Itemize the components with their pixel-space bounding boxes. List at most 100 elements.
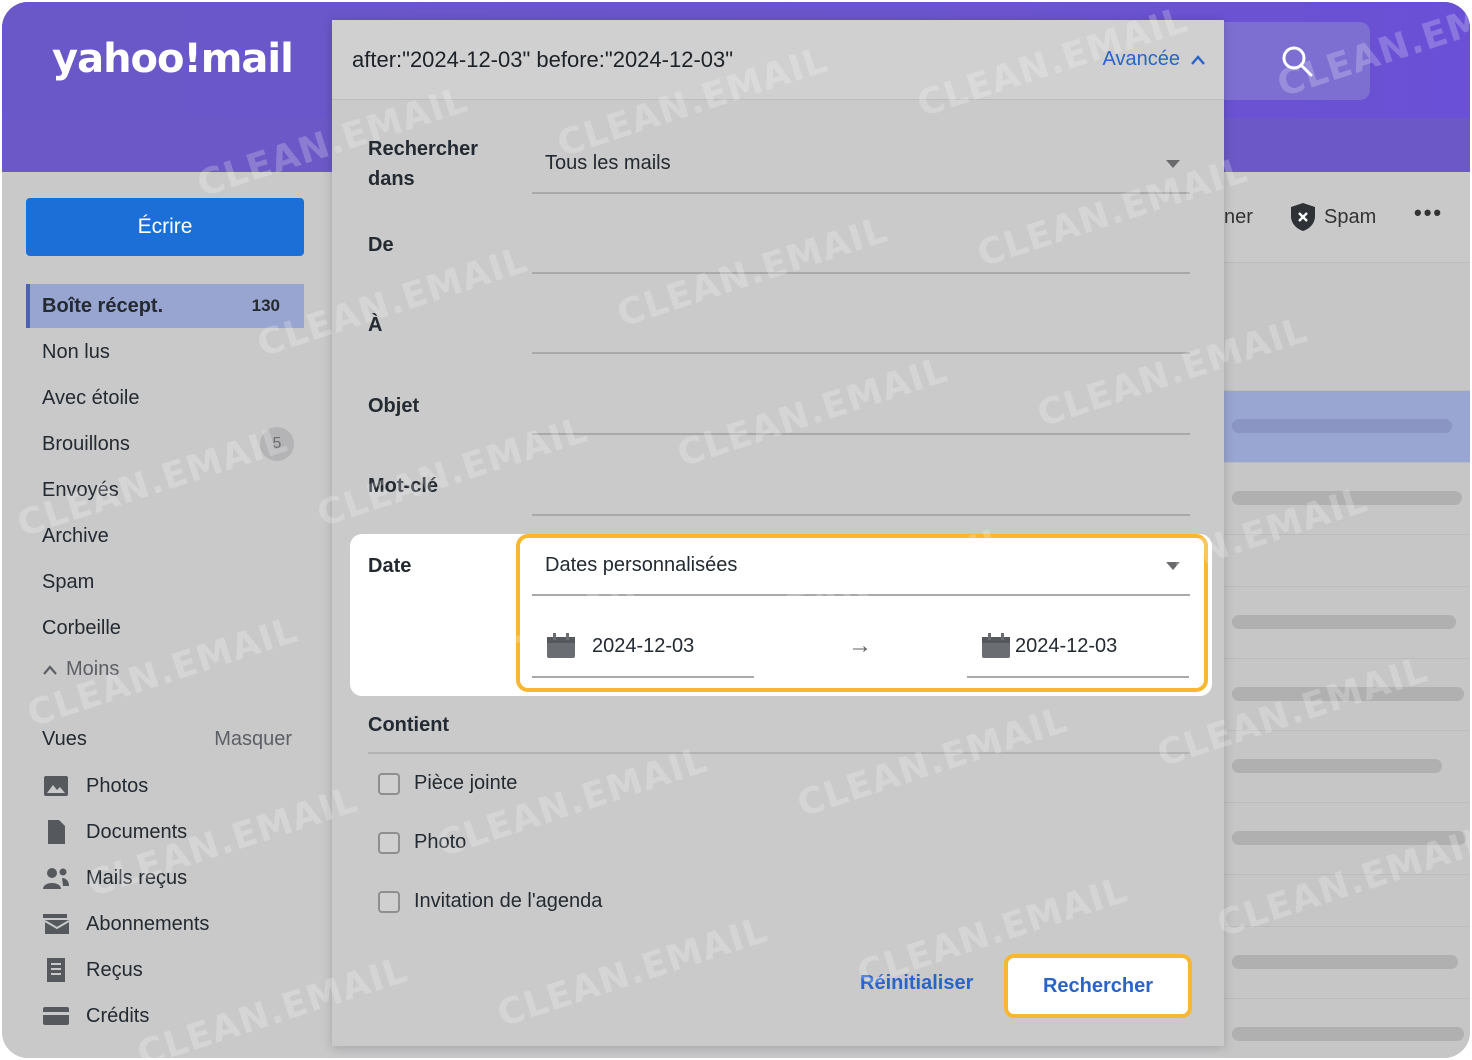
folder-drafts[interactable]: Brouillons 5 [26,422,304,466]
search-in-underline [532,192,1190,194]
search-in-select[interactable]: Tous les mails [545,152,671,175]
folder-unread[interactable]: Non lus [26,330,304,374]
advanced-search-panel: after:"2024-12-03" before:"2024-12-03" A… [332,20,1224,1046]
list-item[interactable] [1224,586,1470,658]
folder-sent[interactable]: Envoyés [26,468,304,512]
date-select-underline [532,594,1190,596]
calendar-icon [982,633,1010,658]
advanced-label: Avancée [1102,48,1180,70]
attachment-checkbox-row[interactable]: Pièce jointe [378,772,517,795]
date-start-value: 2024-12-03 [592,634,695,657]
date-range-select[interactable]: Dates personnalisées [545,554,737,577]
folder-trash[interactable]: Corbeille [26,606,304,650]
search-in-label: Rechercher dans [368,138,479,190]
view-label: Photos [86,774,149,797]
folder-label: Avec étoile [42,386,140,409]
folder-label: Boîte récept. [42,294,164,317]
list-item[interactable] [1224,262,1470,334]
to-label: À [368,314,383,336]
from-label: De [368,234,394,256]
view-label: Crédits [86,1004,150,1027]
date-start-underline [532,676,754,678]
chevron-up-icon [1191,54,1205,65]
date-end-field[interactable]: 2024-12-03 [981,633,1117,659]
view-documents[interactable]: Documents [42,818,187,846]
shield-icon[interactable] [1290,202,1316,232]
search-button[interactable]: Rechercher [1004,954,1192,1018]
calendar-invite-checkbox-row[interactable]: Invitation de l'agenda [378,890,602,913]
view-label: Reçus [86,958,143,981]
view-label: Abonnements [86,912,210,935]
search-icon[interactable] [1280,44,1314,78]
view-subscriptions[interactable]: Abonnements [42,910,209,938]
folder-archive[interactable]: Archive [26,514,304,558]
to-field[interactable] [532,352,1190,354]
less-toggle[interactable]: Moins [42,658,119,681]
arrow-right-icon: → [848,632,872,659]
subject-field[interactable] [532,433,1190,435]
list-item[interactable] [1224,390,1470,462]
receipt-icon [47,958,65,982]
folder-inbox[interactable]: Boîte récept. 130 [26,284,304,328]
search-query-bar[interactable]: after:"2024-12-03" before:"2024-12-03" A… [332,20,1224,100]
more-options-icon[interactable]: ••• [1414,200,1443,226]
subscriptions-icon [43,914,70,934]
inbox-count: 130 [251,296,280,315]
checkbox-label: Invitation de l'agenda [414,890,603,912]
advanced-toggle[interactable]: Avancée [1103,48,1206,71]
chevron-down-icon[interactable] [1166,562,1180,570]
date-label: Date [368,555,412,577]
folder-label: Non lus [42,340,110,363]
list-item[interactable] [1224,462,1470,534]
calendar-invite-checkbox[interactable] [378,890,400,913]
list-item[interactable] [1224,730,1470,802]
folder-label: Archive [42,524,109,547]
chevron-down-icon[interactable] [1166,160,1180,168]
date-end-value: 2024-12-03 [1015,634,1118,657]
date-end-underline [967,676,1189,678]
folder-label: Spam [42,570,95,593]
mail-app: yahoo!mail Écrire Boîte récept. 130 Non … [2,2,1470,1058]
folder-spam[interactable]: Spam [26,560,304,604]
list-item[interactable] [1224,802,1470,874]
folder-starred[interactable]: Avec étoile [26,376,304,420]
folder-label: Brouillons [42,432,130,455]
mail-list [1224,262,1470,1058]
view-photos[interactable]: Photos [42,772,148,800]
view-label: Documents [86,820,188,843]
keyword-field[interactable] [532,514,1190,516]
contains-divider [368,752,1190,754]
views-label: Vues [42,728,87,750]
search-query-text[interactable]: after:"2024-12-03" before:"2024-12-03" [352,47,733,73]
spam-button[interactable]: Spam [1324,206,1376,229]
calendar-icon [547,633,575,658]
view-receipts[interactable]: Reçus [42,956,143,984]
checkbox-label: Pièce jointe [414,772,518,794]
compose-button[interactable]: Écrire [26,198,304,256]
keyword-label: Mot-clé [368,475,438,497]
date-start-field[interactable]: 2024-12-03 [546,633,694,659]
view-received[interactable]: Mails reçus [42,864,187,892]
views-header: Vues Masquer [42,728,292,751]
drafts-badge: 5 [260,427,294,461]
subject-label: Objet [368,395,420,417]
reset-button[interactable]: Réinitialiser [860,972,973,995]
list-item[interactable] [1224,926,1470,998]
photos-icon [44,776,68,796]
folder-label: Envoyés [42,478,119,501]
yahoo-mail-logo[interactable]: yahoo!mail [52,36,294,82]
people-icon [43,868,69,889]
hide-views-link[interactable]: Masquer [214,728,292,751]
list-item[interactable] [1224,658,1470,730]
less-label: Moins [66,658,120,680]
contains-label: Contient [368,714,450,736]
toolbar-partial-label[interactable]: ner [1224,206,1253,229]
attachment-checkbox[interactable] [378,772,400,795]
list-item[interactable] [1224,998,1470,1058]
from-field[interactable] [532,272,1190,274]
photo-checkbox-row[interactable]: Photo [378,831,466,854]
chevron-up-icon [43,664,57,675]
folder-label: Corbeille [42,616,121,639]
photo-checkbox[interactable] [378,831,400,854]
view-credits[interactable]: Crédits [42,1002,149,1030]
